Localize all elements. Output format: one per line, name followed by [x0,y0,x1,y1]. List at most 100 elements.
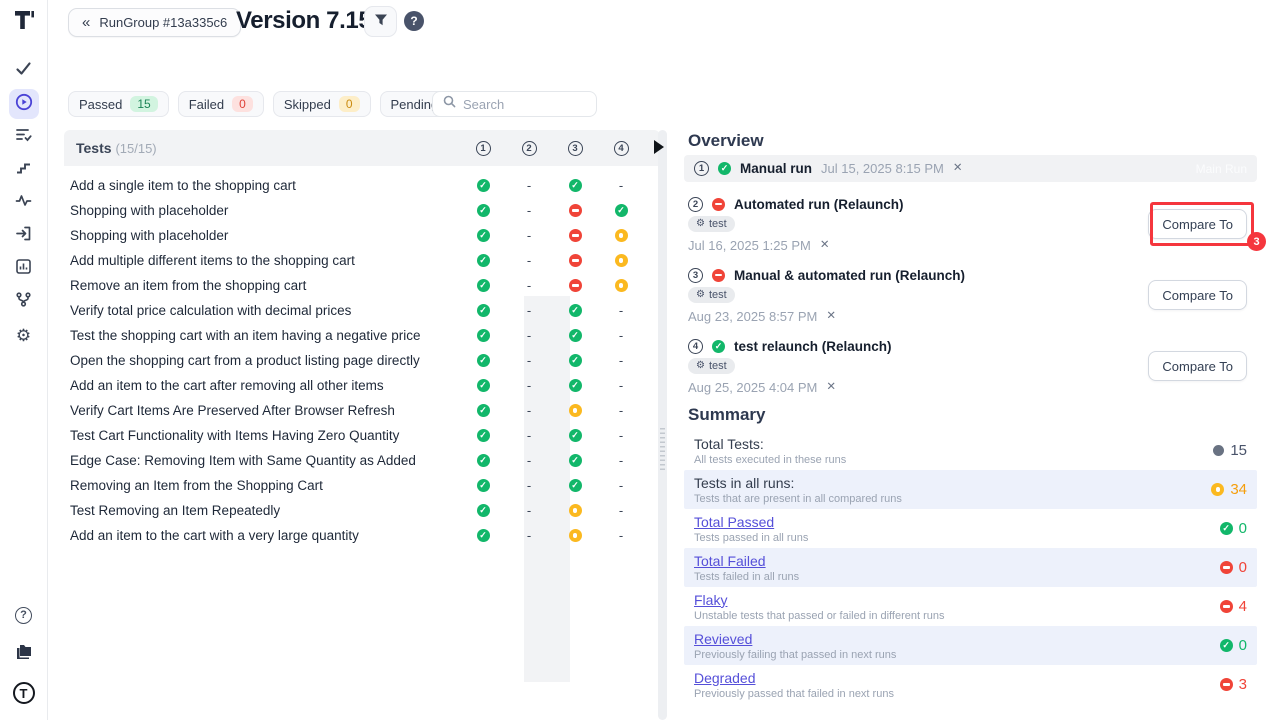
status-failed-icon [1220,678,1233,691]
panel-divider[interactable] [658,130,667,720]
column-number-icon: 3 [568,141,583,156]
search-input[interactable] [463,97,586,112]
filter-button[interactable] [364,6,397,37]
test-name: Add an item to the cart after removing a… [64,378,460,393]
table-row[interactable]: Test Removing an Item Repeatedly-- [64,498,660,523]
sidebar-item-profile[interactable]: T [9,678,39,708]
back-to-rungroup-button[interactable]: « RunGroup #13a335c6 [68,8,241,37]
summary-subtext: Previously failing that passed in next r… [694,649,896,661]
status-passed-icon [477,479,490,492]
status-cell: - [506,423,552,448]
sidebar-item-docs[interactable] [9,639,39,669]
summary-row: DegradedPreviously passed that failed in… [684,665,1257,704]
summary-label-link[interactable]: Flaky [694,592,945,608]
status-passed-icon [477,454,490,467]
status-skipped-icon [569,504,582,517]
filter-chip-count-badge: 0 [232,96,253,112]
page-help-button[interactable] [404,11,424,31]
status-cell: - [506,273,552,298]
run-item-main[interactable]: 1 Manual run Jul 15, 2025 8:15 PM Main R… [684,155,1257,182]
summary-label-link[interactable]: Revieved [694,631,896,647]
filter-chip-label: Failed [189,97,224,112]
status-failed-icon [1220,600,1233,613]
table-row[interactable]: Shopping with placeholder- [64,223,660,248]
sidebar-item-tests[interactable] [9,56,39,86]
summary-subtext: Unstable tests that passed or failed in … [694,610,945,622]
status-cell: - [598,348,644,373]
run-tag: test [688,358,735,374]
summary-label-link[interactable]: Degraded [694,670,894,686]
close-icon[interactable] [826,382,836,394]
annotation-step-badge: 3 [1247,232,1266,251]
column-header: 1 [460,141,506,156]
status-cell: - [506,173,552,198]
tests-count: (15/15) [115,141,156,156]
summary-row-text: Revieved Previously failing that passed i… [694,631,896,661]
collapse-panel-icon[interactable] [654,140,664,154]
sidebar-item-help[interactable] [9,600,39,630]
status-passed-icon [477,279,490,292]
empty-status: - [527,378,531,393]
status-cell [552,523,598,548]
sidebar-item-runs[interactable] [9,89,39,119]
table-row[interactable]: Removing an Item from the Shopping Cart-… [64,473,660,498]
table-row[interactable]: Test the shopping cart with an item havi… [64,323,660,348]
compare-to-button[interactable]: Compare To [1148,209,1247,239]
summary-label-link[interactable]: Total Failed [694,553,799,569]
table-row[interactable]: Verify Cart Items Are Preserved After Br… [64,398,660,423]
import-icon [15,225,32,247]
status-cell: - [506,348,552,373]
sidebar-item-steps[interactable] [9,155,39,185]
help-icon [15,607,32,624]
status-cell [552,398,598,423]
overview-title: Overview [688,131,764,151]
sidebar-item-analytics[interactable] [9,188,39,218]
main-run-badge: Main Run [1196,162,1247,176]
sidebar-item-reports[interactable] [9,254,39,284]
status-passed-icon [569,354,582,367]
close-icon[interactable] [826,311,836,323]
close-icon[interactable] [953,163,963,175]
table-row[interactable]: Open the shopping cart from a product li… [64,348,660,373]
table-row[interactable]: Shopping with placeholder- [64,198,660,223]
table-row[interactable]: Test Cart Functionality with Items Havin… [64,423,660,448]
status-skipped-icon [569,529,582,542]
table-row[interactable]: Edge Case: Removing Item with Same Quant… [64,448,660,473]
runs-list: 1 Manual run Jul 15, 2025 8:15 PM Main R… [684,155,1257,395]
table-row[interactable]: Add an item to the cart after removing a… [64,373,660,398]
filter-chip-failed[interactable]: Failed 0 [178,91,264,117]
filter-chip-skipped[interactable]: Skipped0 [273,91,371,117]
sidebar-nav: ⚙ [9,56,39,350]
table-row[interactable]: Remove an item from the shopping cart- [64,273,660,298]
status-cell: - [506,373,552,398]
status-passed-icon [718,162,731,175]
summary-row-text: Total PassedTests passed in all runs [694,514,808,544]
status-cell [552,173,598,198]
sidebar-item-plans[interactable] [9,122,39,152]
test-name: Test the shopping cart with an item havi… [64,328,460,343]
compare-to-button[interactable]: Compare To [1148,351,1247,381]
table-row[interactable]: Add multiple different items to the shop… [64,248,660,273]
summary-label-link[interactable]: Total Passed [694,514,808,530]
status-passed-icon [569,454,582,467]
bar-chart-icon [15,258,32,280]
summary-value: 0 [1239,520,1247,537]
run-date-line: Aug 25, 2025 4:04 PM [688,380,1257,395]
summary-row: Flaky Unstable tests that passed or faile… [684,587,1257,626]
status-passed-icon [477,229,490,242]
close-icon[interactable] [820,240,830,252]
table-row[interactable]: Add a single item to the shopping cart-- [64,173,660,198]
sidebar-item-settings[interactable]: ⚙ [9,320,39,350]
summary-row-text: Total FailedTests failed in all runs [694,553,799,583]
sidebar-item-branches[interactable] [9,287,39,317]
divider-grip-handle[interactable] [660,428,665,472]
filter-chip-count-badge: 15 [130,96,157,112]
table-row[interactable]: Add an item to the cart with a very larg… [64,523,660,548]
filter-chip-passed[interactable]: Passed15 [68,91,169,117]
test-name: Shopping with placeholder [64,203,460,218]
table-row[interactable]: Verify total price calculation with deci… [64,298,660,323]
run-date: Jul 15, 2025 8:15 PM [821,161,944,176]
summary-subtext: Tests that are present in all compared r… [694,493,902,505]
compare-to-button[interactable]: Compare To [1148,280,1247,310]
sidebar-item-import[interactable] [9,221,39,251]
